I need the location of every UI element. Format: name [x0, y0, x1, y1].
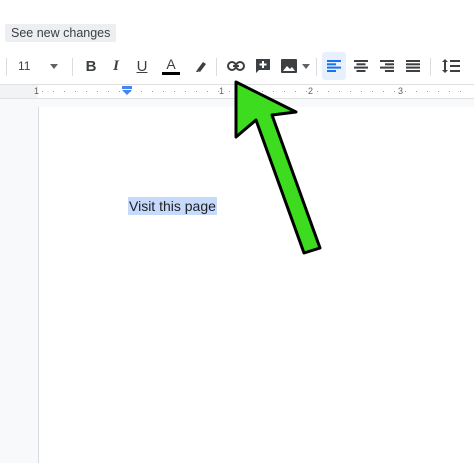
italic-button[interactable]: I [106, 52, 126, 80]
top-bar: See new changes [0, 0, 474, 48]
chevron-down-icon [301, 63, 310, 69]
line-spacing-button[interactable] [438, 52, 464, 80]
align-right-icon [380, 60, 394, 72]
ruler-ticks [42, 91, 470, 92]
toolbar-separator [316, 58, 317, 76]
text-color-button[interactable]: A [160, 52, 182, 80]
align-center-button[interactable] [350, 52, 372, 80]
highlight-color-button[interactable] [191, 52, 211, 80]
toolbar-separator [6, 58, 7, 76]
chevron-down-icon [50, 63, 59, 69]
ruler-label: 1 [34, 86, 40, 96]
justify-icon [406, 60, 420, 72]
align-left-icon [327, 60, 341, 72]
add-comment-button[interactable] [252, 52, 274, 80]
selected-text[interactable]: Visit this page [128, 197, 217, 215]
image-icon [280, 59, 297, 73]
add-comment-icon [256, 59, 270, 73]
align-center-icon [354, 60, 368, 72]
indent-marker-icon[interactable] [122, 86, 132, 96]
pen-icon [196, 62, 206, 72]
font-size-value: 11 [18, 59, 31, 73]
align-right-button[interactable] [376, 52, 398, 80]
ruler[interactable]: 1 1 2 3 [0, 84, 474, 99]
document-page[interactable] [38, 107, 474, 463]
line-spacing-icon [442, 59, 460, 73]
toolbar-separator [430, 58, 431, 76]
align-left-button[interactable] [322, 52, 346, 80]
text-color-swatch [162, 72, 180, 75]
insert-image-button[interactable] [278, 52, 312, 80]
font-size-dropdown[interactable]: 11 [18, 52, 60, 80]
insert-link-button[interactable] [224, 52, 248, 80]
formatting-toolbar: 11 B I U A [0, 52, 474, 80]
underline-button[interactable]: U [132, 52, 152, 80]
toolbar-separator [72, 58, 73, 76]
see-new-changes-button[interactable]: See new changes [5, 24, 117, 42]
link-icon [227, 61, 245, 71]
justify-button[interactable] [402, 52, 424, 80]
text-color-letter: A [166, 56, 176, 72]
bold-button[interactable]: B [81, 52, 101, 80]
toolbar-separator [216, 58, 217, 76]
